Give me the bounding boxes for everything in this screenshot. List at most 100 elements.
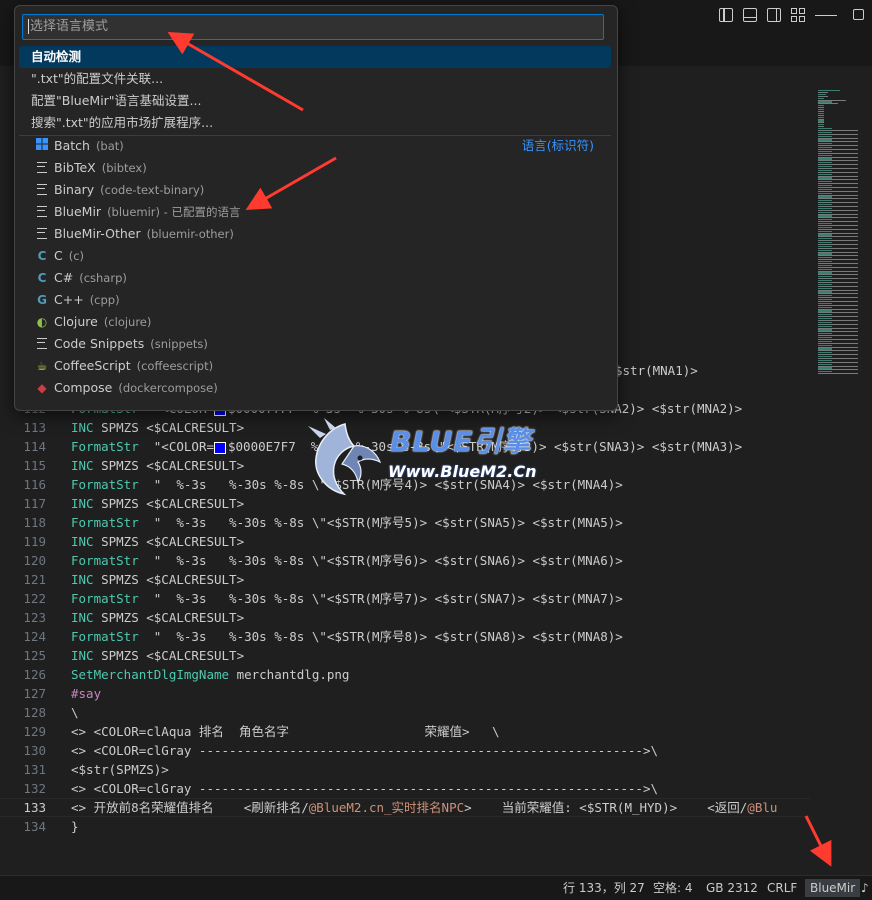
restore-icon[interactable] — [853, 9, 864, 20]
code-token: <$str(SPMZS)> — [71, 762, 169, 777]
code-line[interactable]: 130 <> <COLOR=clGray --------------------… — [0, 741, 810, 760]
toggle-secondary-sidebar-icon[interactable] — [767, 8, 781, 22]
code-token: <> <COLOR=clAqua 排名 角色名字 荣耀值> \ — [71, 724, 500, 739]
code-line[interactable]: 133 <> 开放前8名荣耀值排名 <刷新排名/@BlueM2.cn_实时排名NP… — [0, 798, 810, 817]
language-item[interactable]: ◐ Clojure (clojure) — [19, 311, 611, 333]
language-name: Binary — [54, 182, 95, 197]
language-mode-button[interactable]: BlueMir — [805, 879, 861, 897]
code-line[interactable]: 119 INC SPMZS <$CALCRESULT> — [0, 532, 810, 551]
code-text: FormatStr " %-3s %-30s %-8s \"<$STR(M序号7… — [71, 589, 623, 608]
language-item[interactable]: G C++ (cpp) — [19, 289, 611, 311]
picker-option[interactable]: 搜索".txt"的应用市场扩展程序... — [19, 112, 611, 134]
code-line[interactable]: 120 FormatStr " %-3s %-30s %-8s \"<$STR(M… — [0, 551, 810, 570]
windows-icon — [35, 135, 49, 157]
language-mode-search-input[interactable]: 选择语言模式 — [22, 14, 604, 40]
cursor-position[interactable]: 行 133，列 27 — [558, 879, 650, 897]
language-name-group: C++ (cpp) — [54, 289, 120, 311]
code-line[interactable]: 134} — [0, 817, 810, 836]
code-token: " %-3s %-30s %-8s \"<$STR(M序号5)> <$str(S… — [138, 515, 623, 530]
language-item[interactable]: BlueMir-Other (bluemir-other) — [19, 223, 611, 245]
code-line[interactable]: 127 #say — [0, 684, 810, 703]
language-item[interactable]: Code Snippets (snippets) — [19, 333, 611, 355]
language-item[interactable]: C C (c) — [19, 245, 611, 267]
language-item[interactable]: Batch (bat) 语言(标识符) — [19, 135, 611, 157]
code-keyword: #say — [71, 686, 102, 701]
customize-layout-icon[interactable] — [791, 8, 805, 22]
code-keyword: INC — [71, 648, 94, 663]
code-text: SetMerchantDlgImgName merchantdlg.png — [71, 665, 349, 684]
line-number: 123 — [23, 610, 46, 625]
language-item[interactable]: ◆ Compose (dockercompose) — [19, 377, 611, 399]
code-line[interactable]: 122 FormatStr " %-3s %-30s %-8s \"<$STR(M… — [0, 589, 810, 608]
cpp-icon: G — [37, 293, 47, 307]
language-item[interactable]: ☕ CoffeeScript (coffeescript) — [19, 355, 611, 377]
code-line[interactable]: 118 FormatStr " %-3s %-30s %-8s \"<$STR(M… — [0, 513, 810, 532]
coffee-icon: ☕ — [36, 359, 48, 373]
code-text: \ — [71, 703, 79, 722]
language-item[interactable]: Binary (code-text-binary) — [19, 179, 611, 201]
code-line[interactable]: 131 <$str(SPMZS)> — [0, 760, 810, 779]
end-of-line[interactable]: CRLF — [762, 879, 802, 897]
toggle-panel-icon[interactable] — [743, 8, 757, 22]
code-text: INC SPMZS <$CALCRESULT> — [71, 456, 244, 475]
code-text: } — [71, 817, 79, 836]
code-line[interactable]: 124 FormatStr " %-3s %-30s %-8s \"<$STR(M… — [0, 627, 810, 646]
code-text: INC SPMZS <$CALCRESULT> — [71, 608, 244, 627]
line-number: 125 — [23, 648, 46, 663]
language-name: CoffeeScript — [54, 358, 131, 373]
code-line[interactable]: 126 SetMerchantDlgImgName merchantdlg.png — [0, 665, 810, 684]
code-keyword: INC — [71, 496, 94, 511]
language-identifier: (bat) — [95, 139, 124, 153]
group-label: 语言(标识符) — [521, 138, 594, 153]
language-identifier: (code-text-binary) — [100, 183, 205, 197]
language-name: Clojure — [54, 314, 98, 329]
code-line[interactable]: 125 INC SPMZS <$CALCRESULT> — [0, 646, 810, 665]
picker-option[interactable]: 自动检测 — [19, 46, 611, 68]
code-token: <> 开放前8名荣耀值排名 <刷新排名/ — [71, 800, 309, 815]
indentation[interactable]: 空格: 4 — [648, 879, 698, 897]
language-item[interactable]: BibTeX (bibtex) — [19, 157, 611, 179]
line-number: 121 — [23, 572, 46, 587]
code-line[interactable]: 129 <> <COLOR=clAqua 排名 角色名字 荣耀值> \ — [0, 722, 810, 741]
code-line[interactable]: 121 INC SPMZS <$CALCRESULT> — [0, 570, 810, 589]
lines-icon — [35, 201, 49, 223]
lines-icon — [35, 333, 49, 355]
code-text: FormatStr " %-3s %-30s %-8s \"<$STR(M序号6… — [71, 551, 623, 570]
language-name-group: Compose (dockercompose) — [54, 377, 218, 399]
minimap[interactable] — [810, 66, 872, 875]
color-swatch[interactable] — [214, 441, 226, 454]
code-token: @Blu — [747, 800, 778, 815]
language-identifier: (snippets) — [150, 337, 208, 351]
code-text: <> <COLOR=clAqua 排名 角色名字 荣耀值> \ — [71, 722, 500, 741]
toggle-primary-sidebar-icon[interactable] — [719, 8, 733, 22]
lines-icon — [35, 223, 49, 245]
line-number: 132 — [23, 781, 46, 796]
code-token: SPMZS <$CALCRESULT> — [93, 648, 245, 663]
code-line[interactable]: 123 INC SPMZS <$CALCRESULT> — [0, 608, 810, 627]
code-text: #say — [71, 684, 101, 703]
picker-option[interactable]: 配置"BlueMir"语言基础设置... — [19, 90, 611, 112]
language-identifier: (dockercompose) — [118, 381, 218, 395]
code-token: SPMZS <$CALCRESULT> — [93, 496, 245, 511]
language-name: C# — [54, 270, 74, 285]
code-keyword: INC — [71, 572, 94, 587]
language-item[interactable]: BlueMir (bluemir) - 已配置的语言 — [19, 201, 611, 223]
notifications-icon[interactable]: ♪ — [861, 879, 869, 897]
code-text: <> 开放前8名荣耀值排名 <刷新排名/@BlueM2.cn_实时排名NPC> … — [71, 798, 777, 817]
minimize-icon[interactable] — [815, 15, 837, 16]
language-identifier: (bibtex) — [101, 161, 147, 175]
code-keyword: FormatStr — [71, 553, 139, 568]
code-text: <> <COLOR=clGray -----------------------… — [71, 779, 658, 798]
language-name: C++ — [54, 292, 84, 307]
picker-option[interactable]: ".txt"的配置文件关联... — [19, 68, 611, 90]
line-number: 117 — [23, 496, 46, 511]
language-item[interactable]: C C# (csharp) — [19, 267, 611, 289]
encoding[interactable]: GB 2312 — [701, 879, 763, 897]
code-token: SPMZS <$CALCRESULT> — [93, 610, 245, 625]
language-mode-picker: 选择语言模式 自动检测 ".txt"的配置文件关联... 配置"BlueMir"语言… — [14, 5, 618, 411]
code-token: " %-3s %-30s %-8s \"<$STR(M序号8)> <$str(S… — [138, 629, 623, 644]
code-line[interactable]: 132 <> <COLOR=clGray --------------------… — [0, 779, 810, 798]
language-name-group: BlueMir (bluemir) - 已配置的语言 — [54, 201, 240, 223]
lines-icon — [35, 179, 49, 201]
code-line[interactable]: 128 \ — [0, 703, 810, 722]
